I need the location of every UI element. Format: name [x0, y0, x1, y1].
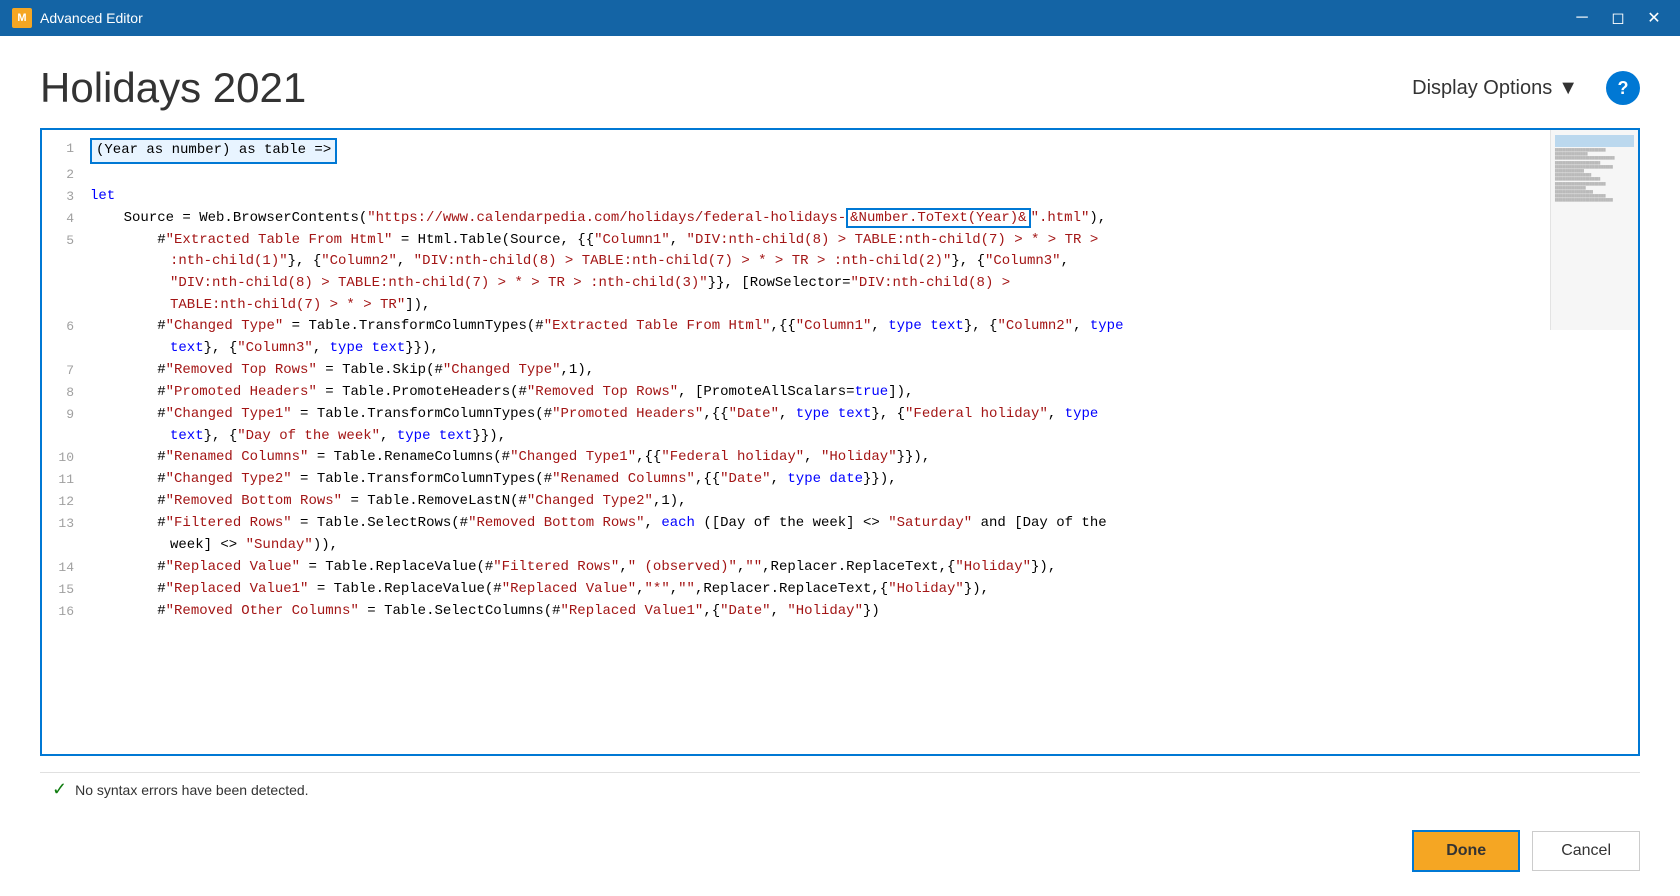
- line-num-11: 11: [42, 469, 90, 490]
- code-line-5: 5 #"Extracted Table From Html" = Html.Ta…: [42, 230, 1638, 317]
- code-line-1: 1 (Year as number) as table =>: [42, 138, 1638, 164]
- line-content-11: #"Changed Type2" = Table.TransformColumn…: [90, 469, 1638, 491]
- code-line-7: 7 #"Removed Top Rows" = Table.Skip(#"Cha…: [42, 360, 1638, 382]
- title-bar-controls: ─ ◻ ✕: [1568, 4, 1668, 32]
- line-content-5: #"Extracted Table From Html" = Html.Tabl…: [90, 230, 1638, 317]
- line-content-12: #"Removed Bottom Rows" = Table.RemoveLas…: [90, 491, 1638, 513]
- page-title: Holidays 2021: [40, 64, 306, 112]
- done-button[interactable]: Done: [1412, 830, 1520, 872]
- code-line-8: 8 #"Promoted Headers" = Table.PromoteHea…: [42, 382, 1638, 404]
- line-num-6: 6: [42, 316, 90, 337]
- line-num-14: 14: [42, 557, 90, 578]
- line-content-13: #"Filtered Rows" = Table.SelectRows(#"Re…: [90, 513, 1638, 556]
- line-content-7: #"Removed Top Rows" = Table.Skip(#"Chang…: [90, 360, 1638, 382]
- display-options-label: Display Options: [1412, 77, 1552, 100]
- title-bar: M Advanced Editor ─ ◻ ✕: [0, 0, 1680, 36]
- line-content-14: #"Replaced Value" = Table.ReplaceValue(#…: [90, 557, 1638, 579]
- close-button[interactable]: ✕: [1640, 4, 1668, 32]
- code-line-10: 10 #"Renamed Columns" = Table.RenameColu…: [42, 447, 1638, 469]
- line-num-5: 5: [42, 230, 90, 251]
- display-options-button[interactable]: Display Options ▼: [1404, 73, 1586, 104]
- line-content-9: #"Changed Type1" = Table.TransformColumn…: [90, 404, 1638, 447]
- code-line-3: 3 let: [42, 186, 1638, 208]
- line-num-9: 9: [42, 404, 90, 425]
- minimap: ████████████████████████████ ███████████…: [1550, 130, 1638, 330]
- line-num-3: 3: [42, 186, 90, 207]
- header-actions: Display Options ▼ ?: [1404, 71, 1640, 105]
- window-title: Advanced Editor: [40, 10, 143, 26]
- code-line-13: 13 #"Filtered Rows" = Table.SelectRows(#…: [42, 513, 1638, 556]
- line-content-1: (Year as number) as table =>: [90, 138, 1638, 164]
- cancel-button[interactable]: Cancel: [1532, 831, 1640, 871]
- line-content-10: #"Renamed Columns" = Table.RenameColumns…: [90, 447, 1638, 469]
- content-area: Holidays 2021 Display Options ▼ ? 1 (Yea…: [0, 36, 1680, 896]
- minimap-content: ████████████████████████████ ███████████…: [1551, 130, 1638, 206]
- help-button[interactable]: ?: [1606, 71, 1640, 105]
- app-window: M Advanced Editor ─ ◻ ✕ Holidays 2021 Di…: [0, 0, 1680, 896]
- line-content-3: let: [90, 186, 1638, 208]
- code-editor[interactable]: 1 (Year as number) as table => 2 3 let 4: [42, 130, 1638, 754]
- chevron-down-icon: ▼: [1558, 77, 1578, 100]
- line-num-4: 4: [42, 208, 90, 229]
- line-num-16: 16: [42, 601, 90, 622]
- line-content-4: Source = Web.BrowserContents("https://ww…: [90, 208, 1638, 230]
- code-line-15: 15 #"Replaced Value1" = Table.ReplaceVal…: [42, 579, 1638, 601]
- code-line-11: 11 #"Changed Type2" = Table.TransformCol…: [42, 469, 1638, 491]
- code-line-6: 6 #"Changed Type" = Table.TransformColum…: [42, 316, 1638, 359]
- code-line-14: 14 #"Replaced Value" = Table.ReplaceValu…: [42, 557, 1638, 579]
- code-line-2: 2: [42, 164, 1638, 186]
- code-line-4: 4 Source = Web.BrowserContents("https://…: [42, 208, 1638, 230]
- line-content-2: [90, 164, 1638, 186]
- status-check-icon: ✓: [52, 779, 67, 800]
- code-line-16: 16 #"Removed Other Columns" = Table.Sele…: [42, 601, 1638, 623]
- line-num-12: 12: [42, 491, 90, 512]
- help-icon: ?: [1618, 78, 1629, 99]
- status-message: No syntax errors have been detected.: [75, 782, 308, 798]
- maximize-button[interactable]: ◻: [1604, 4, 1632, 32]
- minimize-button[interactable]: ─: [1568, 4, 1596, 32]
- line-num-13: 13: [42, 513, 90, 534]
- app-icon: M: [12, 8, 32, 28]
- title-bar-left: M Advanced Editor: [12, 8, 143, 28]
- line-content-6: #"Changed Type" = Table.TransformColumnT…: [90, 316, 1638, 359]
- line-num-1: 1: [42, 138, 90, 159]
- header-row: Holidays 2021 Display Options ▼ ?: [40, 64, 1640, 112]
- code-line-12: 12 #"Removed Bottom Rows" = Table.Remove…: [42, 491, 1638, 513]
- code-line-9: 9 #"Changed Type1" = Table.TransformColu…: [42, 404, 1638, 447]
- footer-row: Done Cancel: [40, 822, 1640, 876]
- line1-highlight: (Year as number) as table =>: [90, 138, 337, 164]
- line-num-2: 2: [42, 164, 90, 185]
- line-content-16: #"Removed Other Columns" = Table.SelectC…: [90, 601, 1638, 623]
- line-num-7: 7: [42, 360, 90, 381]
- editor-container[interactable]: 1 (Year as number) as table => 2 3 let 4: [40, 128, 1640, 756]
- line-content-15: #"Replaced Value1" = Table.ReplaceValue(…: [90, 579, 1638, 601]
- line-num-10: 10: [42, 447, 90, 468]
- status-bar: ✓ No syntax errors have been detected.: [40, 772, 1640, 806]
- line-content-8: #"Promoted Headers" = Table.PromoteHeade…: [90, 382, 1638, 404]
- line-num-15: 15: [42, 579, 90, 600]
- line-num-8: 8: [42, 382, 90, 403]
